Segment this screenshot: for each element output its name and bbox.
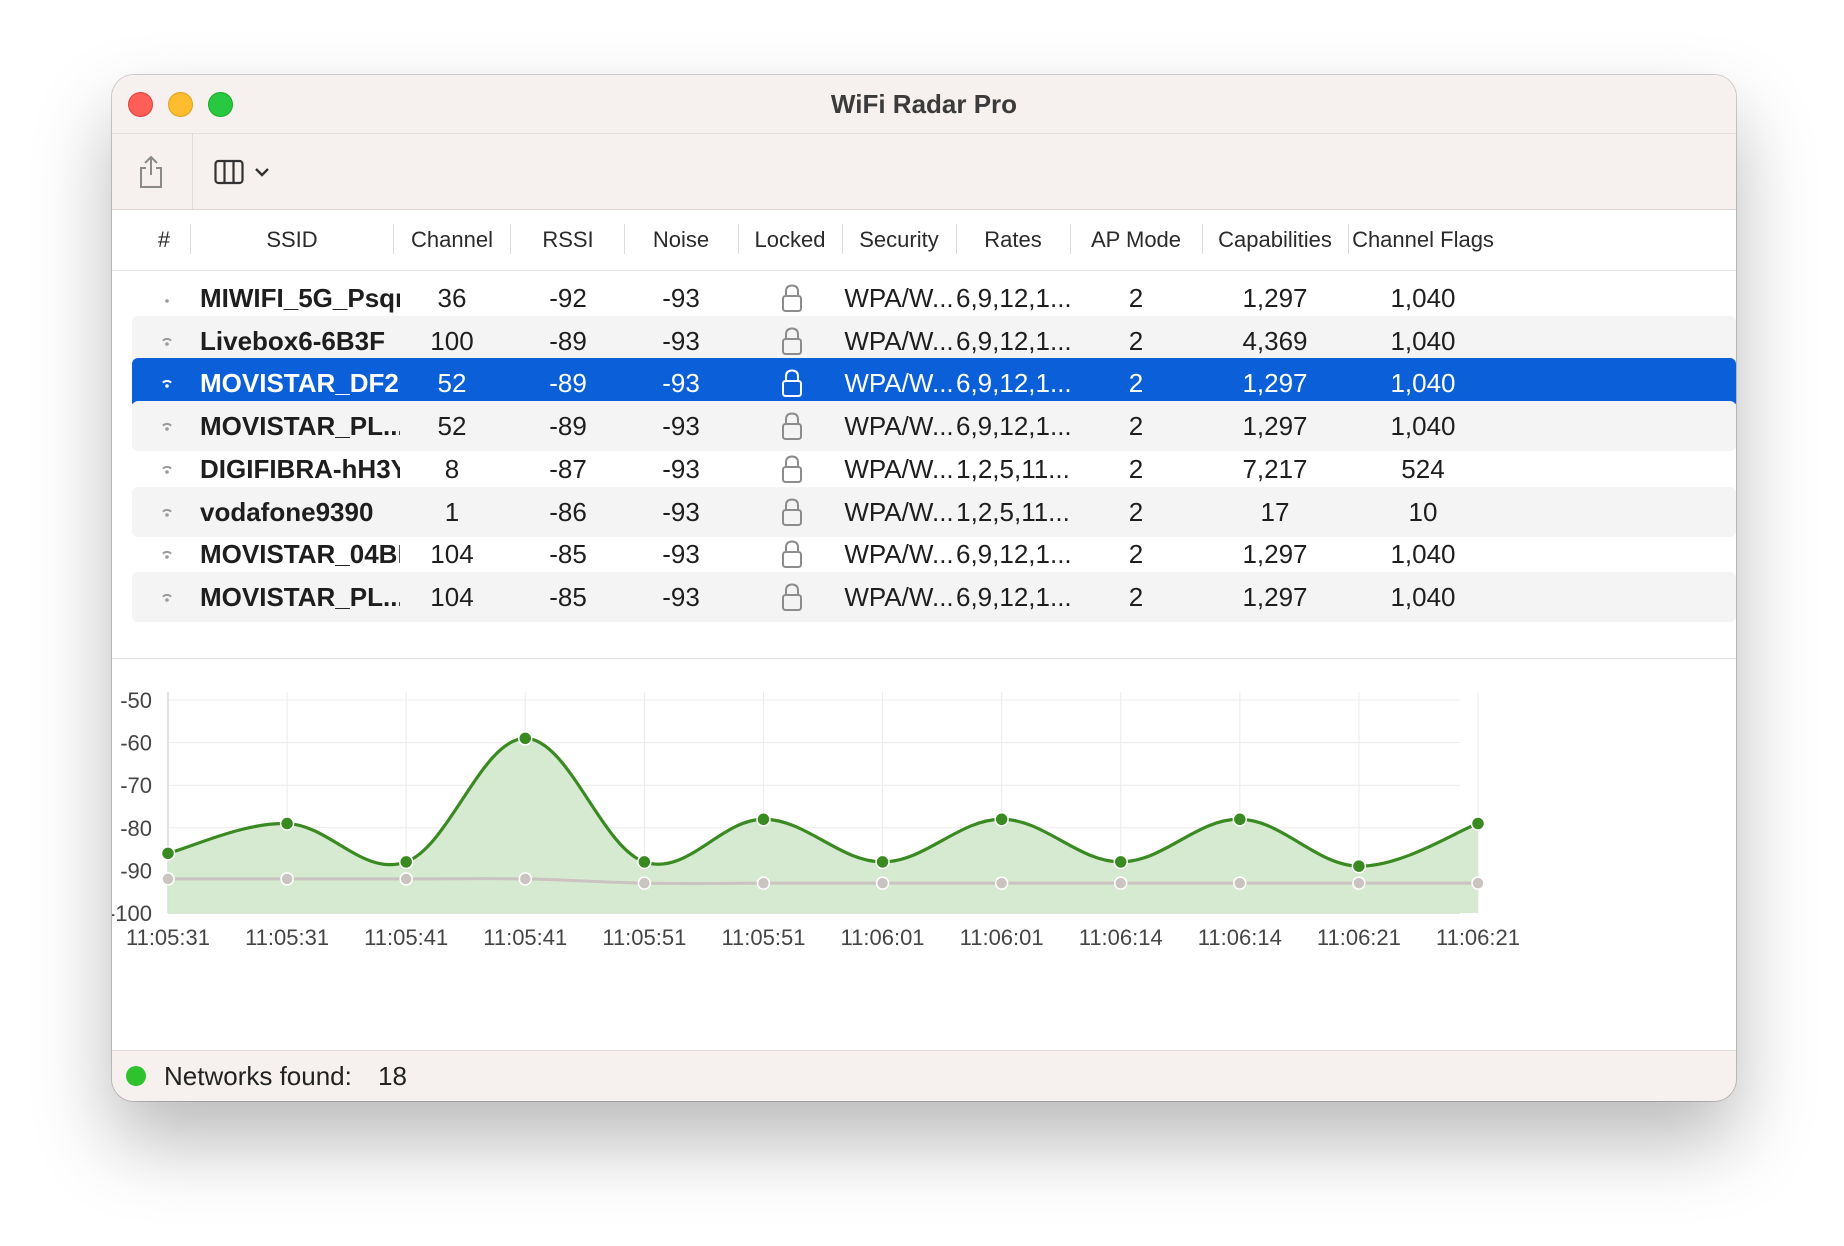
noise-point: [994, 876, 1009, 890]
noise-point: [280, 872, 294, 886]
column-header-ssid[interactable]: SSID: [192, 210, 392, 270]
cell-channel: 104: [430, 581, 474, 612]
noise-point: [756, 876, 771, 890]
cell-security: WPA/W...: [844, 581, 954, 612]
column-header-noise[interactable]: Noise: [624, 210, 738, 270]
table-header: # SSID Channel RSSI Noise Locked Securit…: [112, 210, 1736, 271]
rssi-point: [1232, 812, 1248, 827]
wifi-signal-icon: [162, 380, 172, 389]
x-tick-label: 11:06:21: [1317, 925, 1401, 950]
lock-icon: [782, 497, 802, 526]
x-tick-label: 11:05:41: [483, 925, 567, 950]
y-tick-label: -90: [120, 858, 152, 883]
column-header-capabilities[interactable]: Capabilities: [1202, 210, 1348, 270]
noise-point: [1233, 876, 1247, 890]
columns-menu-button[interactable]: [214, 156, 280, 188]
wifi-signal-icon: [165, 299, 169, 303]
x-tick-label: 11:06:21: [1436, 925, 1520, 950]
rssi-point: [160, 846, 176, 861]
rssi-area: [168, 738, 1478, 913]
chevron-down-icon: [255, 168, 269, 177]
lock-icon: [782, 455, 802, 483]
noise-point: [1352, 876, 1366, 890]
cell-ssid: MOVISTAR_PL...: [200, 581, 400, 612]
rssi-point: [637, 854, 652, 870]
column-header-rssi[interactable]: RSSI: [510, 210, 626, 270]
wifi-signal-icon: [162, 422, 172, 431]
wifi-signal-icon: [162, 593, 172, 602]
cell-rates: 6,9,12,1...: [956, 581, 1070, 612]
network-row[interactable]: MOVISTAR_PL... 104 -85 -93 WPA/W... 6,9,12,1.…: [132, 571, 1736, 622]
x-tick-label: 11:06:01: [960, 925, 1044, 950]
x-tick-label: 11:05:31: [126, 925, 210, 950]
wifi-signal-icon: [162, 465, 172, 474]
share-button[interactable]: [136, 154, 166, 190]
wifi-signal-icon: [162, 551, 172, 559]
rssi-point: [1113, 854, 1128, 870]
y-tick-label: -70: [120, 773, 152, 798]
toolbar: [112, 134, 1736, 210]
lock-icon: [782, 412, 802, 441]
cell-ap-mode: 2: [1128, 581, 1144, 612]
rssi-chart: -50-60-70-80-90-10011:05:31 11:05:31 11:05…: [112, 688, 1520, 950]
noise-point: [518, 872, 533, 886]
split-divider[interactable]: [112, 658, 1736, 659]
noise-point: [637, 876, 652, 890]
networks-found-count: 18: [378, 1061, 407, 1091]
lock-icon: [782, 540, 802, 569]
x-tick-label: 11:05:51: [721, 925, 805, 950]
x-tick-label: 11:06:01: [841, 925, 925, 950]
title-bar: WiFi Radar Pro: [112, 75, 1736, 134]
y-tick-label: -50: [120, 688, 152, 713]
column-header-ap-mode[interactable]: AP Mode: [1070, 210, 1202, 270]
y-tick-label: -80: [120, 816, 152, 841]
noise-point: [875, 876, 890, 890]
noise-point: [399, 872, 413, 886]
noise-point: [1113, 876, 1128, 890]
column-header-locked[interactable]: Locked: [738, 210, 842, 270]
app-window: WiFi Radar Pro # SSID Channel RSSI Noise…: [112, 75, 1736, 1101]
x-tick-label: 11:06:14: [1079, 925, 1163, 950]
rssi-point: [398, 854, 414, 870]
wifi-signal-icon: [162, 508, 172, 517]
column-header-channel-flags[interactable]: Channel Flags: [1348, 210, 1498, 270]
cell-channel-flags: 1,040: [1390, 581, 1456, 612]
status-bar: Networks found: 18: [112, 1050, 1736, 1101]
network-list: MIWIFI_5G_Psqr 36 -92 -93 WPA/W... 6,9,12,1..…: [112, 271, 1736, 661]
cell-noise: -93: [662, 581, 700, 612]
noise-point: [161, 872, 175, 886]
lock-icon: [782, 369, 802, 398]
share-icon: [140, 155, 162, 188]
column-header-security[interactable]: Security: [842, 210, 956, 270]
noise-point: [1471, 876, 1485, 890]
column-header-index[interactable]: #: [142, 210, 186, 270]
lock-icon: [782, 327, 802, 355]
networks-found-label: Networks found:: [164, 1061, 352, 1091]
cell-capabilities: 1,297: [1242, 581, 1308, 612]
x-tick-label: 11:06:14: [1198, 925, 1282, 950]
y-tick-label: -100: [112, 901, 152, 926]
columns-icon: [214, 159, 244, 185]
window-title: WiFi Radar Pro: [830, 89, 1018, 119]
toolbar-separator: [192, 134, 193, 209]
lock-icon: [782, 583, 802, 611]
status-indicator: [126, 1066, 146, 1086]
rssi-point: [1470, 816, 1486, 831]
y-tick-label: -60: [120, 731, 152, 756]
column-header-channel[interactable]: Channel: [394, 210, 510, 270]
cell-rssi: -85: [549, 581, 587, 612]
rssi-point: [1351, 858, 1367, 874]
column-separator: [190, 224, 191, 254]
x-tick-label: 11:05:31: [245, 925, 329, 950]
rssi-point: [994, 812, 1009, 827]
wifi-signal-icon: [162, 337, 172, 346]
rssi-point: [518, 731, 533, 746]
column-header-rates[interactable]: Rates: [956, 210, 1070, 270]
rssi-point: [875, 854, 890, 870]
x-tick-label: 11:05:51: [602, 925, 686, 950]
rssi-point: [756, 812, 771, 827]
rssi-point: [279, 816, 295, 831]
x-tick-label: 11:05:41: [364, 925, 448, 950]
lock-icon: [782, 284, 802, 312]
